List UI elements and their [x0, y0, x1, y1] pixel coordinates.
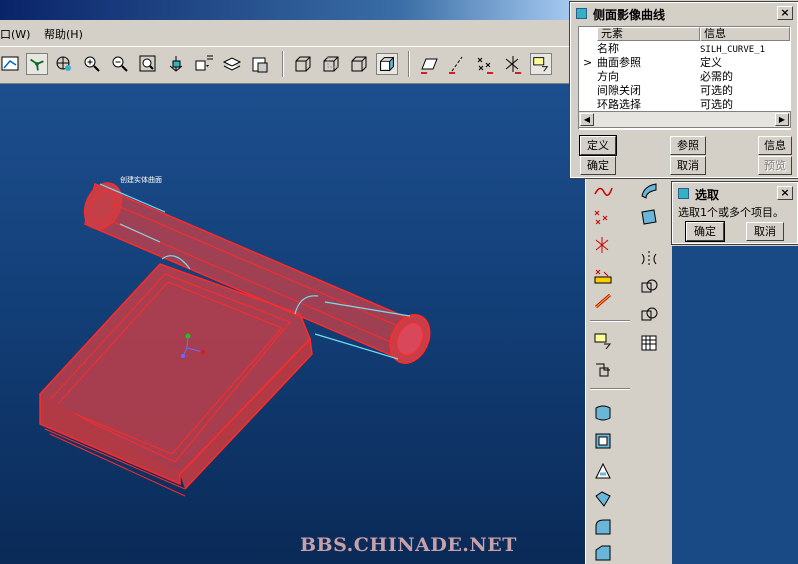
datum-axis-icon[interactable] — [26, 53, 48, 75]
chamfer-icon[interactable] — [592, 542, 614, 564]
row-element: 方向 — [597, 70, 619, 83]
mirror-icon[interactable] — [638, 248, 660, 270]
refit-icon[interactable] — [137, 53, 159, 75]
shell-icon[interactable] — [592, 488, 614, 510]
current-row-marker: > — [583, 56, 593, 69]
menu-help[interactable]: 帮助(H) — [44, 26, 83, 42]
select-dialog-title: 选取 — [695, 188, 720, 202]
model-annotation-label: 创建实体曲面 — [120, 176, 162, 184]
offset-icon[interactable] — [638, 304, 660, 326]
row-info: 可选的 — [700, 98, 733, 111]
chain-icon[interactable] — [592, 290, 614, 312]
model-tree-icon[interactable] — [249, 53, 271, 75]
boundary-blend-icon[interactable] — [638, 206, 660, 228]
extrude-icon[interactable] — [592, 402, 614, 424]
panel-separator — [590, 388, 630, 390]
round-icon[interactable] — [592, 516, 614, 538]
select-cancel-button[interactable]: 取消 — [746, 222, 784, 241]
row-info: 可选的 — [700, 84, 733, 97]
analysis-icon[interactable] — [592, 264, 614, 286]
select-prompt: 选取1个或多个项目。 — [678, 206, 784, 219]
shaded-icon[interactable] — [376, 53, 398, 75]
menu-window[interactable]: 口(W) — [0, 26, 30, 42]
row-element: 名称 — [597, 42, 619, 55]
toolbar-separator — [282, 51, 284, 77]
hidden-line-icon[interactable] — [320, 53, 342, 75]
table-icon[interactable] — [638, 332, 660, 354]
row-element: 环路选择 — [597, 98, 641, 111]
note-icon[interactable] — [592, 330, 614, 352]
panel-separator — [590, 320, 630, 322]
row-info: 必需的 — [700, 70, 733, 83]
coordinate-system-icon[interactable] — [592, 234, 614, 256]
datum-point-icon[interactable] — [474, 53, 496, 75]
model-3d-view — [39, 182, 431, 497]
annotation-icon[interactable] — [530, 53, 552, 75]
preview-button: 预览 — [758, 156, 792, 175]
dialog-title: 侧面影像曲线 — [593, 8, 666, 22]
main-toolbar — [0, 46, 572, 84]
column-header-element[interactable]: 元素 — [597, 27, 700, 41]
scroll-left-icon[interactable]: ◀ — [580, 113, 594, 126]
surface-icon[interactable] — [638, 180, 660, 202]
orient-icon[interactable] — [165, 53, 187, 75]
datum-plane-icon[interactable] — [418, 53, 440, 75]
cancel-button[interactable]: 取消 — [670, 156, 706, 175]
coordsys-icon[interactable] — [502, 53, 524, 75]
saved-views-icon[interactable] — [193, 53, 215, 75]
draft-icon[interactable] — [592, 460, 614, 482]
column-header-info[interactable]: 信息 — [700, 27, 790, 41]
close-icon[interactable]: × — [777, 6, 793, 20]
zoom-in-icon[interactable] — [81, 53, 103, 75]
row-info: 定义 — [700, 56, 722, 69]
graphics-viewport[interactable]: 创建实体曲面 BBS.CHINADE.NET — [0, 84, 585, 564]
toolbar-separator — [408, 51, 410, 77]
ok-button[interactable]: 确定 — [580, 156, 616, 175]
define-button[interactable]: 定义 — [579, 135, 617, 156]
select-dialog-title-bar: 选取 × — [675, 185, 795, 202]
watermark-text: BBS.CHINADE.NET — [300, 534, 517, 556]
info-button[interactable]: 信息 — [758, 136, 792, 155]
row-element: 间隙关闭 — [597, 84, 641, 97]
dialog-app-icon — [678, 188, 689, 199]
move-icon[interactable] — [638, 276, 660, 298]
close-icon[interactable]: × — [777, 186, 793, 200]
sketch-icon[interactable] — [0, 53, 22, 75]
no-hidden-icon[interactable] — [348, 53, 370, 75]
zoom-out-icon[interactable] — [109, 53, 131, 75]
background-region — [672, 246, 798, 564]
scroll-right-icon[interactable]: ▶ — [775, 113, 789, 126]
layers-icon[interactable] — [221, 53, 243, 75]
revolve-icon[interactable] — [592, 430, 614, 452]
window-title-bar — [0, 0, 572, 20]
menu-bar: 口(W) 帮助(H) — [0, 22, 572, 44]
datum-axis-display-icon[interactable] — [446, 53, 468, 75]
spin-center-icon[interactable] — [53, 53, 75, 75]
dialog-title-bar: 侧面影像曲线 × — [573, 5, 795, 22]
select-ok-button[interactable]: 确定 — [685, 221, 725, 242]
feature-toolbar-panel — [585, 178, 671, 564]
datum-point-tool-icon[interactable] — [592, 206, 614, 228]
dialog-app-icon — [576, 8, 587, 19]
wireframe-icon[interactable] — [292, 53, 314, 75]
row-element: 曲面参照 — [597, 56, 641, 69]
horizontal-scrollbar[interactable]: ◀ ▶ — [578, 111, 791, 128]
sweep-icon[interactable] — [592, 358, 614, 380]
curve-icon[interactable] — [592, 180, 614, 202]
references-button[interactable]: 参照 — [670, 136, 706, 155]
